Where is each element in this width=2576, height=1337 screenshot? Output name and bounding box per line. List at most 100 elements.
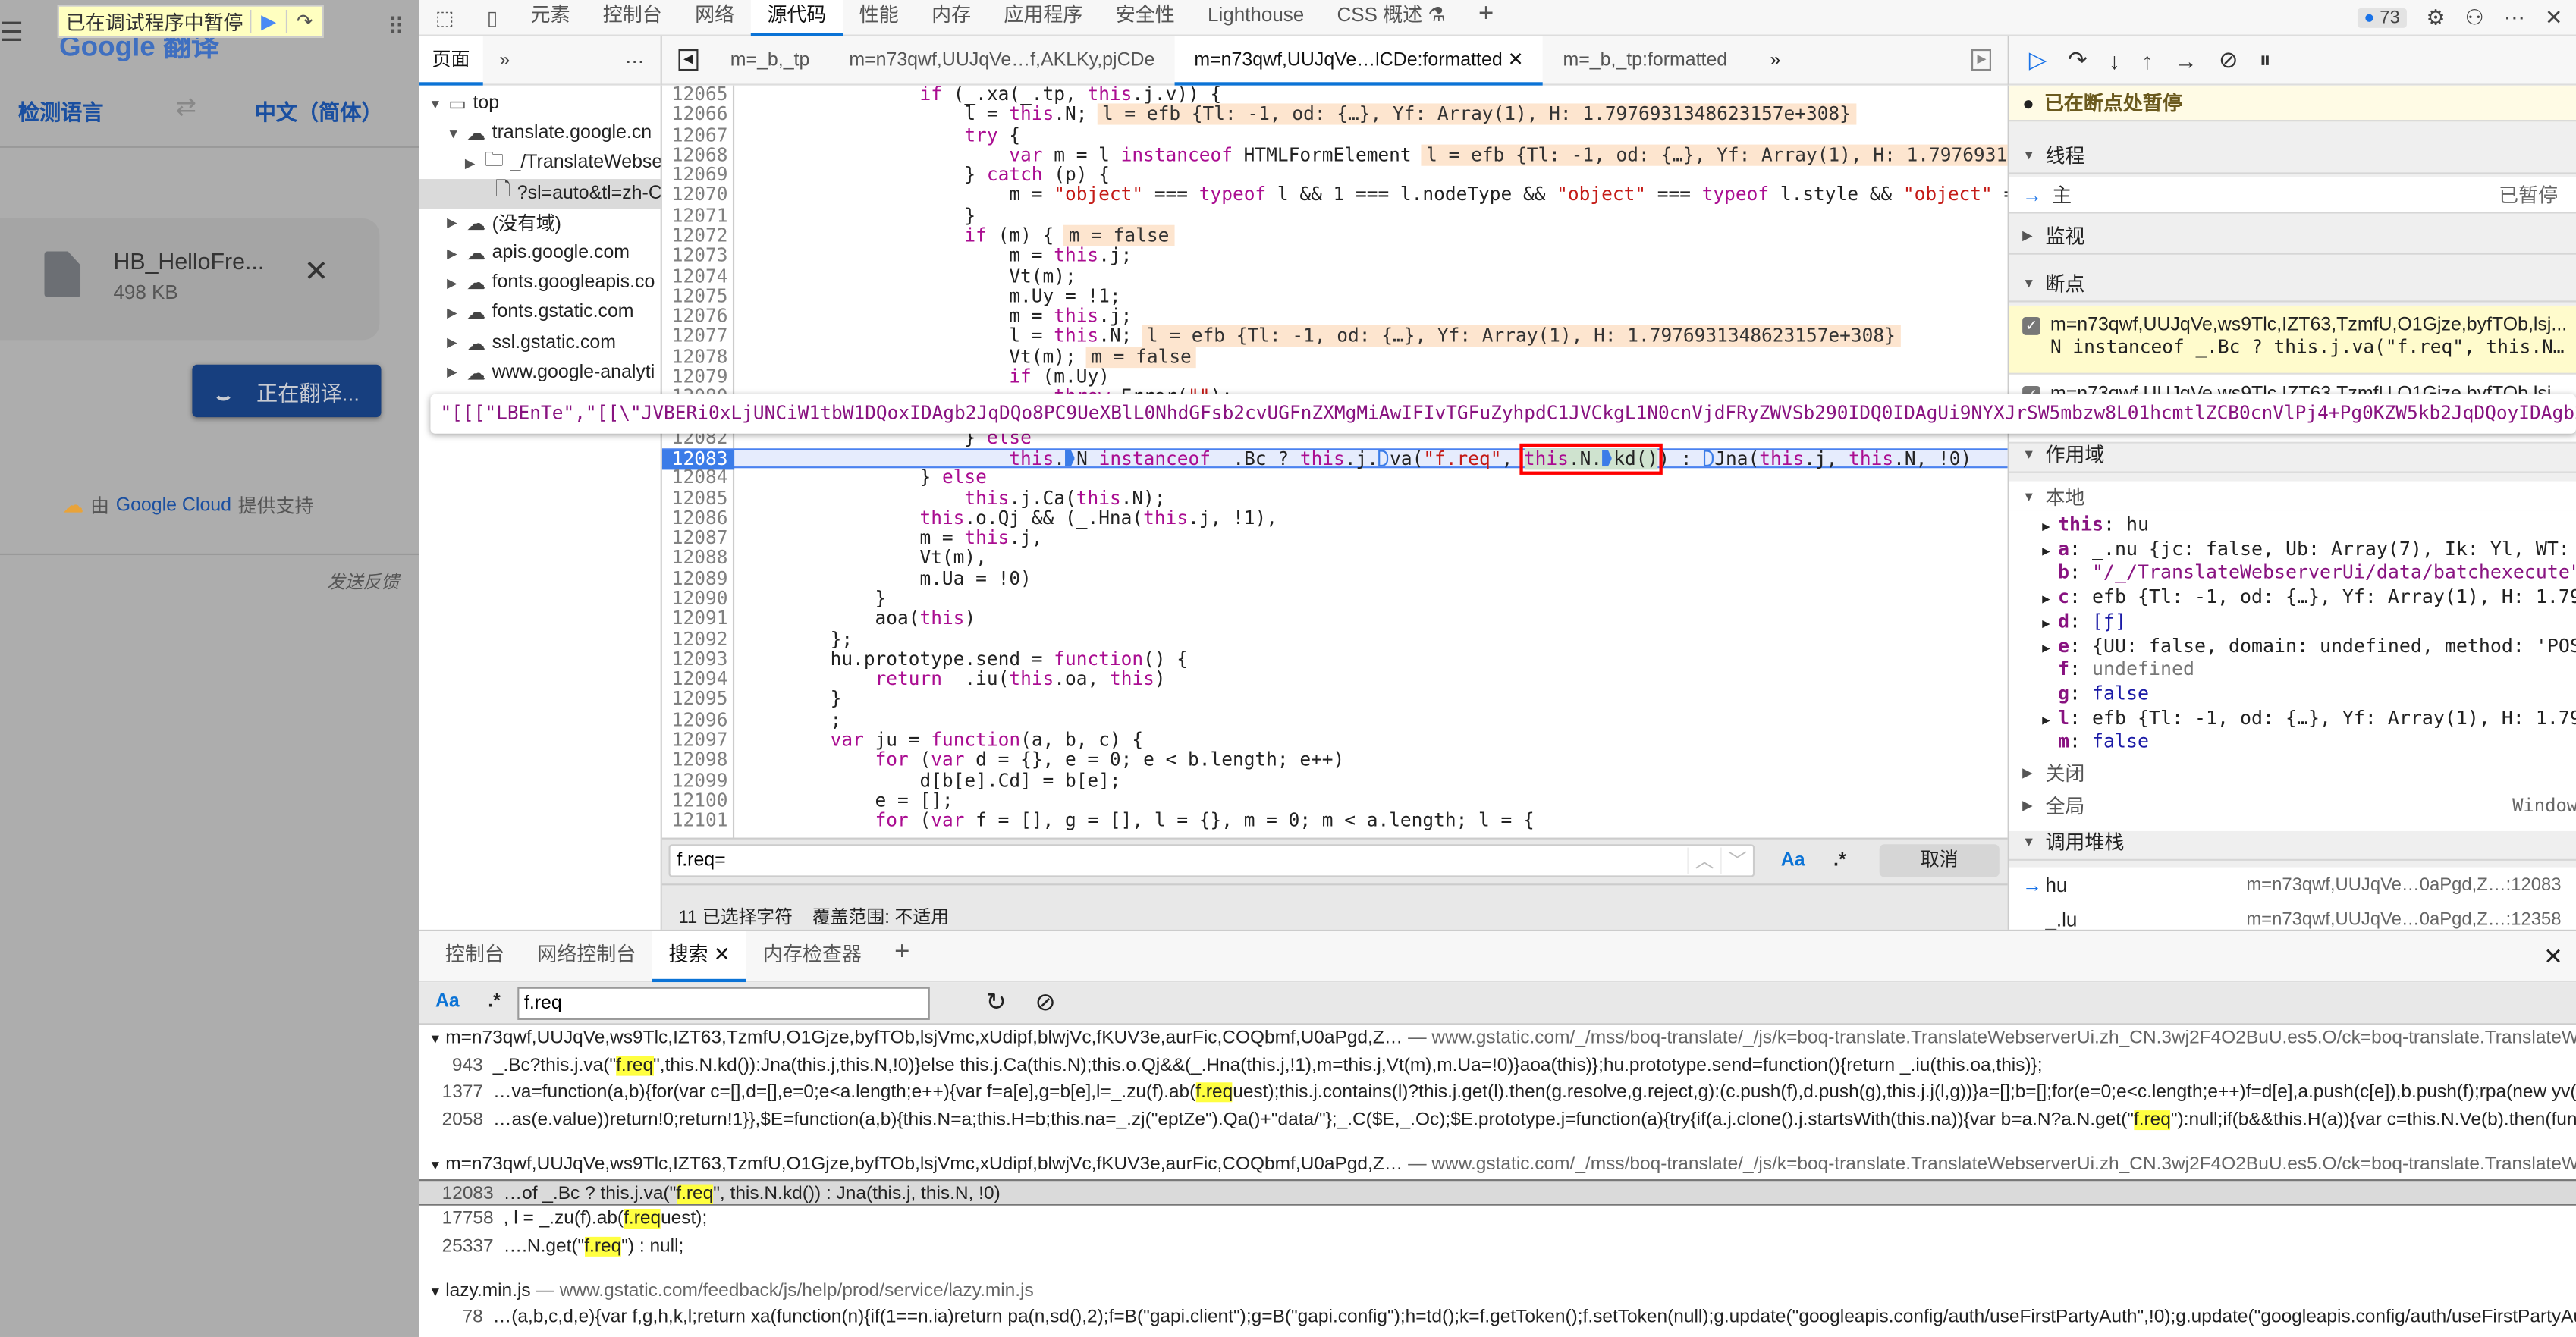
line-number[interactable]: 12078 [662, 347, 728, 368]
inline-breakpoint-icon[interactable] [1703, 450, 1714, 467]
line-number[interactable]: 12073 [662, 246, 728, 267]
search-result[interactable]: 17758 , l = _.zu(f).ab(f.request); [419, 1206, 2576, 1233]
line-number[interactable]: 12096 [662, 709, 728, 731]
line-number[interactable]: 12068 [662, 145, 728, 166]
tree-item[interactable]: ▶ 🗀 _/TranslateWebse [465, 149, 661, 178]
line-number[interactable]: 12071 [662, 205, 728, 227]
call-frame[interactable]: _.lu m=n73qwf,UUJqVe…0aPgd,Z…:12358 [2009, 902, 2576, 930]
section-watch[interactable]: ▶ 监视 [2009, 218, 2576, 255]
find-next-icon[interactable]: ﹀ [1720, 847, 1753, 874]
collapsed-arrow-icon[interactable]: ▶ [447, 246, 460, 260]
editor-tab[interactable]: m=_b,_tp:formatted [1543, 36, 1747, 85]
match-case-toggle[interactable]: Aa [1781, 851, 1805, 871]
section-scope[interactable]: ▼ 作用域 [2009, 437, 2576, 473]
line-number[interactable]: 12084 [662, 467, 728, 489]
tab-CSS 概述[interactable]: CSS 概述 ⚗ [1321, 0, 1462, 36]
breakpoint-checkbox[interactable]: ✓ [2022, 317, 2040, 335]
translate-button[interactable]: 正在翻译... [192, 364, 382, 418]
collapsed-arrow-icon[interactable]: ▶ [447, 335, 460, 350]
call-frame[interactable]: → hu m=n73qwf,UUJqVe…0aPgd,Z…:12083 [2009, 867, 2576, 904]
tree-item[interactable]: ▶ ☁ ssl.gstatic.com [447, 328, 616, 357]
line-number[interactable]: 12092 [662, 629, 728, 651]
menu-icon[interactable]: ☰ [0, 17, 24, 49]
device-toolbar-icon[interactable]: ▯ [470, 0, 514, 36]
search-result[interactable]: 78 …(a,b,c,d,e){var f,g,h,k,l;return xa(f… [419, 1304, 2576, 1332]
line-number[interactable]: 12089 [662, 568, 728, 590]
inline-breakpoint-icon[interactable] [1602, 450, 1613, 467]
collapsed-arrow-icon[interactable]: ▶ [447, 365, 460, 379]
deactivate-breakpoints-icon[interactable]: ⊘ [2219, 46, 2238, 74]
tab-内存[interactable]: 内存 [915, 0, 987, 36]
scope-variable[interactable]: ▶ a: _.nu {jc: false, Ub: Array(7), Ik: … [2042, 537, 2576, 561]
tree-item[interactable]: ▶ ☁ fonts.googleapis.co [447, 268, 655, 297]
line-number[interactable]: 12077 [662, 326, 728, 348]
scope-variable[interactable]: ▶ d: [ƒ] [2042, 609, 2576, 633]
line-number[interactable]: 12074 [662, 265, 728, 287]
source-language-button[interactable]: 检测语言 [18, 96, 104, 127]
cancel-find-button[interactable]: 取消 [1879, 844, 2000, 877]
result-file-header[interactable]: ▼ m=n73qwf,UUJqVe,ws9Tlc,IZT63,TzmfU,O1G… [419, 1151, 2576, 1179]
resume-icon[interactable]: ▷ [2029, 46, 2047, 74]
search-result[interactable]: 12083 …of _.Bc ? this.j.va("f.req", this.… [419, 1178, 2576, 1207]
scope-variable[interactable]: ▶ this: hu [2042, 513, 2576, 537]
tree-item[interactable]: ▼ ☁ translate.google.cn [447, 118, 652, 148]
inline-breakpoint-icon[interactable] [1065, 450, 1076, 467]
line-number[interactable]: 12075 [662, 286, 728, 308]
result-file-header[interactable]: ▼ lazy.min.js — www.gstatic.com/feedback… [419, 1277, 2576, 1304]
tree-item[interactable]: ▼ ▭ top [429, 89, 499, 118]
line-number[interactable]: 12088 [662, 548, 728, 570]
breakpoint-item[interactable]: ✓ m=n73qwf,UUJqVe,ws9Tlc,IZT63,TzmfU,O1Gj… [2009, 305, 2576, 375]
expanded-arrow-icon[interactable]: ▼ [447, 126, 460, 140]
line-number[interactable]: 12090 [662, 588, 728, 610]
line-number[interactable]: 12100 [662, 790, 728, 811]
scope-variable[interactable]: m: false [2042, 730, 2576, 754]
google-cloud-link[interactable]: Google Cloud [116, 496, 231, 516]
search-result[interactable]: 943 _.Bc?this.j.va("f.req",this.N.kd()):J… [419, 1053, 2576, 1080]
new-tab-icon[interactable]: + [1462, 0, 1510, 36]
thread-main[interactable]: → 主 已暂停 [2009, 177, 2576, 214]
scope-local[interactable]: ▼ 本地 [2009, 481, 2576, 511]
line-number[interactable]: 12070 [662, 185, 728, 207]
target-language-button[interactable]: 中文（简体） [255, 96, 383, 127]
close-tab-icon[interactable]: ✕ [708, 942, 730, 965]
add-drawer-tab-icon[interactable]: + [878, 938, 927, 975]
search-result[interactable]: 1377 …va=function(a,b){for(var c=[],d=[],… [419, 1080, 2576, 1107]
collapsed-arrow-icon[interactable]: ▶ [447, 275, 460, 290]
line-number[interactable]: 12094 [662, 669, 728, 691]
find-previous-icon[interactable]: ︿ [1687, 847, 1720, 874]
pause-on-exceptions-icon[interactable]: ⏸ [2260, 46, 2271, 74]
line-number[interactable]: 12098 [662, 750, 728, 771]
tree-item[interactable]: 🗋 ?sl=auto&tl=zh-C [419, 178, 661, 209]
tree-item[interactable]: ▶ ☁ www.google-analyti [447, 358, 655, 388]
search-match-case-toggle[interactable]: Aa [435, 992, 460, 1012]
scope-variable[interactable]: ▶ l: efb {Tl: -1, od: {…}, Yf: Array(1),… [2042, 705, 2576, 730]
line-number[interactable]: 12085 [662, 488, 728, 510]
line-number[interactable]: 12066 [662, 104, 728, 126]
tree-item[interactable]: ▶ ☁ (没有域) [447, 209, 561, 238]
navigator-menu-icon[interactable]: ⋯ [625, 49, 644, 71]
step-over-icon[interactable]: ↷ [285, 9, 322, 33]
find-input[interactable] [670, 850, 1688, 871]
step-over-icon[interactable]: ↷ [2068, 46, 2087, 74]
send-feedback-link[interactable]: 发送反馈 [327, 568, 399, 595]
swap-languages-icon[interactable]: ⇄ [176, 92, 196, 121]
editor-tab[interactable]: m=_b,_tp [711, 36, 830, 85]
scope-global[interactable]: ▶ 全局 Window [2009, 789, 2576, 820]
search-result[interactable]: 2058 …as(e.value))return!0;return!1}},$E=… [419, 1107, 2576, 1135]
more-options-icon[interactable]: ⋯ [2504, 5, 2525, 31]
scope-variable[interactable]: b: "/_/TranslateWebserverUi/data/batchex… [2042, 560, 2576, 585]
section-breakpoints[interactable]: ▼ 断点 [2009, 266, 2576, 303]
tab-应用程序[interactable]: 应用程序 [988, 0, 1099, 36]
inline-breakpoint-icon[interactable] [1378, 450, 1388, 467]
clear-search-icon[interactable]: ⊘ [1035, 987, 1055, 1017]
line-number[interactable]: 12086 [662, 507, 728, 529]
step-out-icon[interactable]: ↑ [2141, 47, 2153, 74]
search-regex-toggle[interactable]: .* [488, 992, 501, 1012]
line-number[interactable]: 12065 [662, 86, 728, 106]
drawer-tab-内存检查器[interactable]: 内存检查器 [746, 931, 878, 981]
code-editor[interactable]: 12065 if (_.xa(_.tp, this.j.v)) {12066 l… [661, 85, 2008, 838]
tab-page[interactable]: 页面 [419, 35, 483, 85]
toggle-navigator-icon[interactable]: ◂ [678, 49, 698, 71]
section-threads[interactable]: ▼ 线程 [2009, 138, 2576, 174]
search-result[interactable]: 25337 ….N.get("f.req") : null; [419, 1233, 2576, 1260]
